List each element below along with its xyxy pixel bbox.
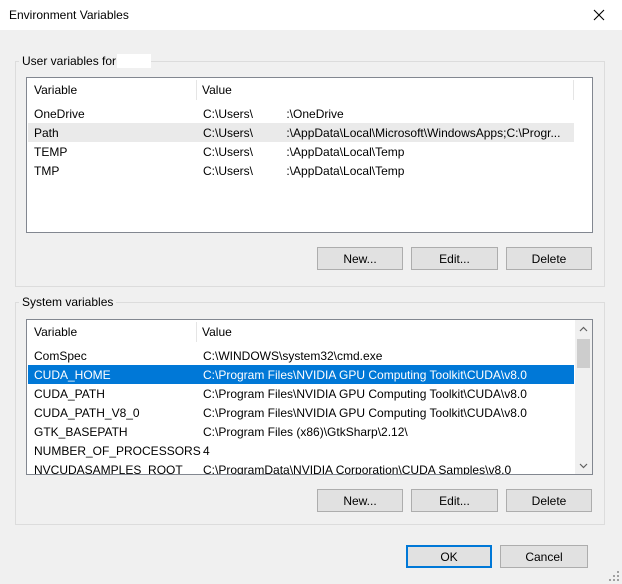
user-new-button[interactable]: New... — [317, 247, 403, 270]
system-new-button[interactable]: New... — [317, 489, 403, 512]
vertical-scrollbar[interactable] — [575, 320, 592, 474]
list-item[interactable]: NVCUDASAMPLES_ROOT C:\ProgramData\NVIDIA… — [28, 460, 574, 474]
list-header: Variable Value — [27, 78, 592, 102]
scroll-thumb[interactable] — [577, 339, 590, 368]
close-button[interactable] — [576, 0, 622, 30]
ok-button[interactable]: OK — [406, 545, 492, 568]
list-item[interactable]: CUDA_PATH_V8_0 C:\Program Files\NVIDIA G… — [28, 403, 574, 422]
window-title: Environment Variables — [9, 8, 129, 22]
list-item[interactable]: NUMBER_OF_PROCESSORS 4 — [28, 441, 574, 460]
cancel-button[interactable]: Cancel — [500, 545, 588, 568]
system-variables-label: System variables — [19, 295, 117, 309]
list-item[interactable]: OneDrive C:\Users\ :\OneDrive — [28, 104, 574, 123]
list-item[interactable]: Path C:\Users\ :\AppData\Local\Microsoft… — [28, 123, 574, 142]
close-icon — [593, 9, 605, 21]
column-header-variable[interactable]: Variable — [34, 325, 77, 339]
list-item[interactable]: TEMP C:\Users\ :\AppData\Local\Temp — [28, 142, 574, 161]
user-variables-list[interactable]: Variable Value OneDrive C:\Users\ :\OneD… — [26, 77, 593, 233]
user-edit-button[interactable]: Edit... — [411, 247, 498, 270]
chevron-down-icon — [579, 463, 588, 468]
title-bar: Environment Variables — [0, 0, 622, 30]
list-item-selected[interactable]: CUDA_HOME C:\Program Files\NVIDIA GPU Co… — [28, 365, 574, 384]
system-delete-button[interactable]: Delete — [506, 489, 592, 512]
column-header-value[interactable]: Value — [202, 325, 232, 339]
system-variables-list[interactable]: Variable Value ComSpec C:\WINDOWS\system… — [26, 319, 593, 475]
column-header-variable[interactable]: Variable — [34, 83, 77, 97]
redacted-username — [117, 54, 151, 68]
scroll-down-button[interactable] — [575, 457, 592, 474]
system-edit-button[interactable]: Edit... — [411, 489, 498, 512]
list-item[interactable]: CUDA_PATH C:\Program Files\NVIDIA GPU Co… — [28, 384, 574, 403]
chevron-up-icon — [579, 326, 588, 331]
resize-grip-icon[interactable] — [608, 570, 620, 582]
user-delete-button[interactable]: Delete — [506, 247, 592, 270]
list-item[interactable]: TMP C:\Users\ :\AppData\Local\Temp — [28, 161, 574, 180]
scroll-up-button[interactable] — [575, 320, 592, 337]
list-item[interactable]: GTK_BASEPATH C:\Program Files (x86)\GtkS… — [28, 422, 574, 441]
list-item[interactable]: ComSpec C:\WINDOWS\system32\cmd.exe — [28, 346, 574, 365]
column-header-value[interactable]: Value — [202, 83, 232, 97]
list-header: Variable Value — [27, 320, 592, 344]
user-variables-label: User variables for — [19, 54, 120, 68]
